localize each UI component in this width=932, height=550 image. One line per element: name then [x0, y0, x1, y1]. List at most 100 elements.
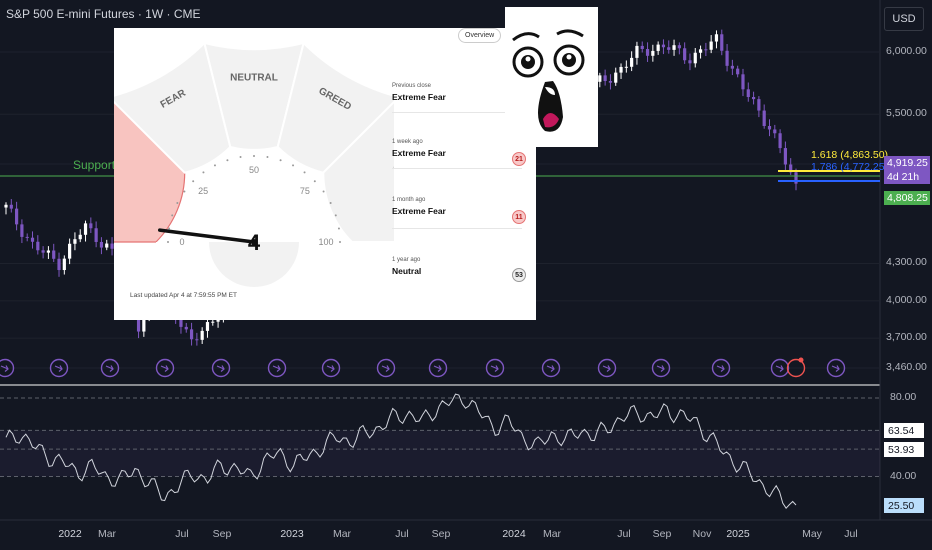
history-item: 1 year ago Neutral: [392, 257, 421, 276]
price-tick-label: 4,000.00: [886, 293, 927, 306]
history-label: 1 week ago: [392, 139, 423, 145]
candle-body: [15, 208, 19, 225]
history-value: Neutral: [392, 266, 422, 276]
fear-greed-gauge: EXTREMEFEARFEARNEUTRALGREEDEXTREMEGREED0…: [114, 41, 394, 288]
candle-body: [25, 236, 29, 238]
price-tick-label: 5,500.00: [886, 107, 927, 120]
history-separator: [392, 168, 522, 169]
gauge-scale-label: 0: [179, 237, 184, 247]
time-tick-label: Sep: [212, 528, 232, 540]
price-tick-label: 4,300.00: [886, 256, 927, 269]
countdown-tag: 4d 21h: [884, 170, 930, 184]
gauge-scale-label: 50: [249, 165, 259, 175]
rsi-tick-label: 25.50: [884, 498, 924, 513]
gauge-tick: [192, 180, 195, 183]
candle-body: [714, 34, 719, 42]
candle-body: [603, 75, 607, 82]
gauge-tick: [313, 180, 316, 183]
time-tick-label: Nov: [692, 528, 712, 540]
history-separator: [392, 112, 522, 113]
time-tick-label: Mar: [97, 528, 117, 540]
history-value: Extreme Fear: [392, 92, 446, 102]
history-label: Previous close: [392, 83, 432, 89]
gauge-tick: [279, 159, 282, 162]
candle-body: [195, 339, 199, 341]
price-tick-label: 3,700.00: [886, 331, 927, 344]
currency-button[interactable]: USD: [884, 7, 924, 31]
candle-body: [693, 52, 697, 64]
gauge-tick: [171, 214, 174, 217]
time-tick-label: Sep: [652, 528, 672, 540]
candle-body: [630, 57, 634, 67]
candle-body: [751, 97, 756, 100]
candle-body: [4, 204, 8, 208]
gauge-segment-label: NEUTRAL: [230, 73, 278, 84]
gauge-tick: [337, 227, 340, 230]
candle-body: [645, 49, 650, 56]
candle-body: [9, 204, 13, 209]
last-price-tag: 4,919.25: [884, 156, 930, 170]
candle-body: [677, 45, 681, 49]
candle-body: [189, 329, 194, 340]
gauge-tick: [303, 171, 306, 174]
history-separator: [392, 228, 522, 229]
candle-body: [725, 50, 729, 66]
time-tick-label: Jul: [395, 528, 409, 540]
candle-body: [698, 49, 703, 53]
history-badge: 11: [512, 210, 526, 224]
candle-body: [619, 66, 623, 73]
history-item: 1 week ago Extreme Fear: [392, 139, 446, 158]
history-value: Extreme Fear: [392, 206, 446, 216]
candle-body: [683, 48, 687, 61]
support-label: Support: [73, 158, 116, 172]
candle-body: [94, 228, 98, 242]
gauge-tick: [176, 201, 179, 204]
candle-body: [211, 321, 215, 323]
candle-body: [704, 49, 708, 51]
candle-body: [614, 72, 618, 83]
candle-body: [46, 250, 51, 253]
candle-body: [73, 239, 77, 244]
history-badge: 53: [512, 268, 526, 282]
gauge-tick: [339, 241, 341, 243]
candle-body: [68, 243, 72, 259]
shocked-face-icon: [512, 29, 585, 132]
history-label: 1 month ago: [392, 197, 426, 203]
candle-body: [651, 50, 655, 56]
gauge-scale-label: 25: [198, 186, 208, 196]
chart-title: S&P 500 E-mini Futures · 1W · CME: [6, 7, 201, 21]
gauge-tick: [329, 201, 332, 204]
gauge-tick: [213, 164, 216, 167]
candle-body: [640, 45, 644, 50]
candle-body: [635, 45, 639, 58]
candle-body: [767, 126, 772, 130]
candle-body: [30, 237, 35, 242]
last-updated: Last updated Apr 4 at 7:59:55 PM ET: [130, 292, 237, 299]
tab-overview[interactable]: Overview: [458, 28, 502, 43]
gauge-tick: [292, 164, 295, 167]
time-tick-label: Jul: [175, 528, 189, 540]
candle-body: [656, 44, 660, 51]
price-tick-label: 6,000.00: [886, 45, 927, 57]
time-tick-label: 2024: [502, 528, 526, 540]
candle-body: [52, 250, 56, 259]
time-tick-label: May: [802, 528, 822, 540]
gauge-tick: [334, 214, 337, 217]
gauge-tick: [202, 171, 205, 174]
candle-body: [57, 258, 61, 271]
candle-body: [624, 66, 628, 68]
candle-body: [105, 243, 109, 248]
gauge-tick: [253, 155, 255, 157]
price-tick-label: 3,460.00: [886, 361, 927, 373]
time-tick-label: Jul: [844, 528, 858, 540]
shocked-face-image: [505, 7, 598, 147]
candle-body: [709, 41, 713, 50]
gauge-scale-label: 75: [300, 186, 310, 196]
candle-body: [89, 223, 93, 229]
gauge-score: 4: [248, 230, 261, 255]
candle-body: [730, 65, 734, 69]
candle-body: [205, 322, 210, 331]
gauge-tick: [167, 241, 169, 243]
candle-body: [78, 234, 82, 240]
candle-body: [757, 99, 761, 111]
